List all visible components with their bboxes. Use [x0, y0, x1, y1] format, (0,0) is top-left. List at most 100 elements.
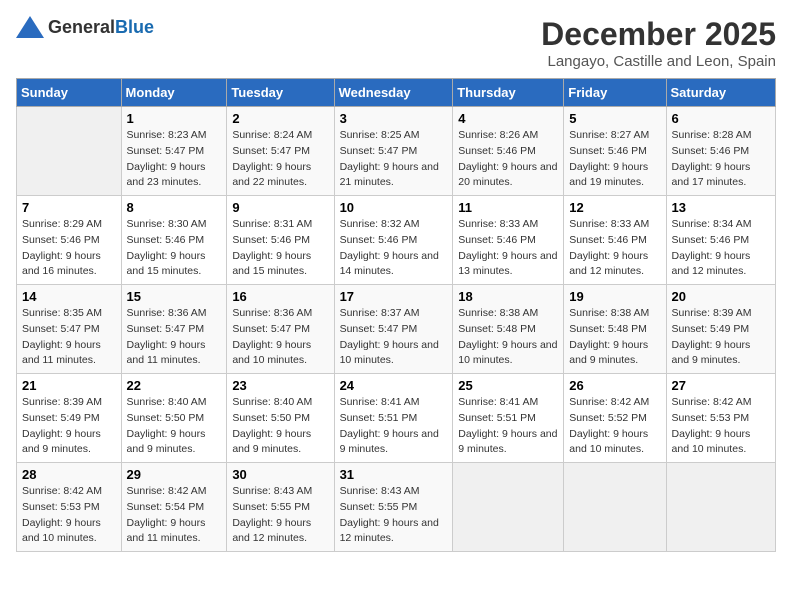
day-info: Sunrise: 8:42 AMSunset: 5:54 PMDaylight:… [127, 484, 222, 547]
day-number: 10 [340, 200, 448, 215]
week-row-1: 7 Sunrise: 8:29 AMSunset: 5:46 PMDaylight… [17, 196, 776, 285]
day-number: 24 [340, 378, 448, 393]
calendar-cell: 5 Sunrise: 8:27 AMSunset: 5:46 PMDaylight… [564, 107, 666, 196]
header-day-thursday: Thursday [453, 79, 564, 107]
day-info: Sunrise: 8:39 AMSunset: 5:49 PMDaylight:… [22, 395, 116, 458]
day-info: Sunrise: 8:43 AMSunset: 5:55 PMDaylight:… [232, 484, 328, 547]
day-info: Sunrise: 8:42 AMSunset: 5:53 PMDaylight:… [672, 395, 770, 458]
day-info: Sunrise: 8:41 AMSunset: 5:51 PMDaylight:… [340, 395, 448, 458]
day-number: 19 [569, 289, 660, 304]
day-number: 15 [127, 289, 222, 304]
calendar-cell: 8 Sunrise: 8:30 AMSunset: 5:46 PMDaylight… [121, 196, 227, 285]
day-info: Sunrise: 8:30 AMSunset: 5:46 PMDaylight:… [127, 217, 222, 280]
calendar-cell: 29 Sunrise: 8:42 AMSunset: 5:54 PMDayligh… [121, 463, 227, 552]
calendar-cell: 21 Sunrise: 8:39 AMSunset: 5:49 PMDayligh… [17, 374, 122, 463]
day-number: 25 [458, 378, 558, 393]
calendar-cell: 9Sunrise: 8:31 AMSunset: 5:46 PMDaylight… [227, 196, 334, 285]
calendar-cell: 3Sunrise: 8:25 AMSunset: 5:47 PMDaylight… [334, 107, 453, 196]
day-number: 18 [458, 289, 558, 304]
calendar-cell [453, 463, 564, 552]
day-info: Sunrise: 8:39 AMSunset: 5:49 PMDaylight:… [672, 306, 770, 369]
calendar-cell [564, 463, 666, 552]
day-number: 8 [127, 200, 222, 215]
day-info: Sunrise: 8:32 AMSunset: 5:46 PMDaylight:… [340, 217, 448, 280]
day-number: 27 [672, 378, 770, 393]
day-number: 23 [232, 378, 328, 393]
day-info: Sunrise: 8:29 AMSunset: 5:46 PMDaylight:… [22, 217, 116, 280]
calendar-cell: 1 Sunrise: 8:23 AMSunset: 5:47 PMDaylight… [121, 107, 227, 196]
day-info: Sunrise: 8:40 AMSunset: 5:50 PMDaylight:… [127, 395, 222, 458]
calendar-cell: 12 Sunrise: 8:33 AMSunset: 5:46 PMDayligh… [564, 196, 666, 285]
week-row-4: 28 Sunrise: 8:42 AMSunset: 5:53 PMDayligh… [17, 463, 776, 552]
calendar-cell: 20 Sunrise: 8:39 AMSunset: 5:49 PMDayligh… [666, 285, 775, 374]
day-number: 2 [232, 111, 328, 126]
day-info: Sunrise: 8:35 AMSunset: 5:47 PMDaylight:… [22, 306, 116, 369]
calendar-cell: 22 Sunrise: 8:40 AMSunset: 5:50 PMDayligh… [121, 374, 227, 463]
calendar-cell: 23 Sunrise: 8:40 AMSunset: 5:50 PMDayligh… [227, 374, 334, 463]
logo-text-general: General [48, 17, 115, 37]
week-row-3: 21 Sunrise: 8:39 AMSunset: 5:49 PMDayligh… [17, 374, 776, 463]
day-info: Sunrise: 8:42 AMSunset: 5:52 PMDaylight:… [569, 395, 660, 458]
header-day-saturday: Saturday [666, 79, 775, 107]
day-number: 29 [127, 467, 222, 482]
calendar-cell: 2 Sunrise: 8:24 AMSunset: 5:47 PMDaylight… [227, 107, 334, 196]
logo-icon [16, 16, 44, 38]
day-info: Sunrise: 8:40 AMSunset: 5:50 PMDaylight:… [232, 395, 328, 458]
calendar-cell: 24 Sunrise: 8:41 AMSunset: 5:51 PMDayligh… [334, 374, 453, 463]
title-area: December 2025 Langayo, Castille and Leon… [541, 16, 776, 70]
day-number: 22 [127, 378, 222, 393]
calendar-cell: 10 Sunrise: 8:32 AMSunset: 5:46 PMDayligh… [334, 196, 453, 285]
header-day-tuesday: Tuesday [227, 79, 334, 107]
day-info: Sunrise: 8:38 AMSunset: 5:48 PMDaylight:… [569, 306, 660, 369]
calendar-cell: 15Sunrise: 8:36 AMSunset: 5:47 PMDayligh… [121, 285, 227, 374]
day-number: 21 [22, 378, 116, 393]
day-number: 14 [22, 289, 116, 304]
day-number: 12 [569, 200, 660, 215]
calendar-cell: 11 Sunrise: 8:33 AMSunset: 5:46 PMDayligh… [453, 196, 564, 285]
calendar-cell: 4Sunrise: 8:26 AMSunset: 5:46 PMDaylight… [453, 107, 564, 196]
day-number: 13 [672, 200, 770, 215]
calendar-cell: 17 Sunrise: 8:37 AMSunset: 5:47 PMDayligh… [334, 285, 453, 374]
day-info: Sunrise: 8:37 AMSunset: 5:47 PMDaylight:… [340, 306, 448, 369]
calendar-cell: 14 Sunrise: 8:35 AMSunset: 5:47 PMDayligh… [17, 285, 122, 374]
day-number: 7 [22, 200, 116, 215]
day-number: 11 [458, 200, 558, 215]
header-day-friday: Friday [564, 79, 666, 107]
calendar-cell: 19 Sunrise: 8:38 AMSunset: 5:48 PMDayligh… [564, 285, 666, 374]
day-number: 1 [127, 111, 222, 126]
day-number: 16 [232, 289, 328, 304]
subtitle: Langayo, Castille and Leon, Spain [541, 53, 776, 70]
calendar-cell: 7 Sunrise: 8:29 AMSunset: 5:46 PMDaylight… [17, 196, 122, 285]
header-day-sunday: Sunday [17, 79, 122, 107]
day-number: 4 [458, 111, 558, 126]
day-info: Sunrise: 8:27 AMSunset: 5:46 PMDaylight:… [569, 128, 660, 191]
day-info: Sunrise: 8:33 AMSunset: 5:46 PMDaylight:… [458, 217, 558, 280]
header: GeneralBlue December 2025 Langayo, Casti… [16, 16, 776, 70]
week-row-2: 14 Sunrise: 8:35 AMSunset: 5:47 PMDayligh… [17, 285, 776, 374]
calendar-cell: 6Sunrise: 8:28 AMSunset: 5:46 PMDaylight… [666, 107, 775, 196]
calendar-cell: 18 Sunrise: 8:38 AMSunset: 5:48 PMDayligh… [453, 285, 564, 374]
day-info: Sunrise: 8:38 AMSunset: 5:48 PMDaylight:… [458, 306, 558, 369]
day-info: Sunrise: 8:42 AMSunset: 5:53 PMDaylight:… [22, 484, 116, 547]
day-info: Sunrise: 8:34 AMSunset: 5:46 PMDaylight:… [672, 217, 770, 280]
day-number: 30 [232, 467, 328, 482]
day-info: Sunrise: 8:23 AMSunset: 5:47 PMDaylight:… [127, 128, 222, 191]
week-row-0: 1 Sunrise: 8:23 AMSunset: 5:47 PMDaylight… [17, 107, 776, 196]
calendar-cell: 25Sunrise: 8:41 AMSunset: 5:51 PMDayligh… [453, 374, 564, 463]
calendar-cell: 13 Sunrise: 8:34 AMSunset: 5:46 PMDayligh… [666, 196, 775, 285]
day-number: 17 [340, 289, 448, 304]
calendar-cell: 30 Sunrise: 8:43 AMSunset: 5:55 PMDayligh… [227, 463, 334, 552]
day-info: Sunrise: 8:24 AMSunset: 5:47 PMDaylight:… [232, 128, 328, 191]
calendar-cell: 31Sunrise: 8:43 AMSunset: 5:55 PMDayligh… [334, 463, 453, 552]
calendar-cell: 28 Sunrise: 8:42 AMSunset: 5:53 PMDayligh… [17, 463, 122, 552]
day-info: Sunrise: 8:33 AMSunset: 5:46 PMDaylight:… [569, 217, 660, 280]
day-number: 5 [569, 111, 660, 126]
calendar-cell: 27 Sunrise: 8:42 AMSunset: 5:53 PMDayligh… [666, 374, 775, 463]
day-number: 20 [672, 289, 770, 304]
main-title: December 2025 [541, 16, 776, 53]
logo-text-blue: Blue [115, 17, 154, 37]
logo: GeneralBlue [16, 16, 154, 38]
day-number: 6 [672, 111, 770, 126]
day-info: Sunrise: 8:36 AMSunset: 5:47 PMDaylight:… [232, 306, 328, 369]
day-number: 28 [22, 467, 116, 482]
